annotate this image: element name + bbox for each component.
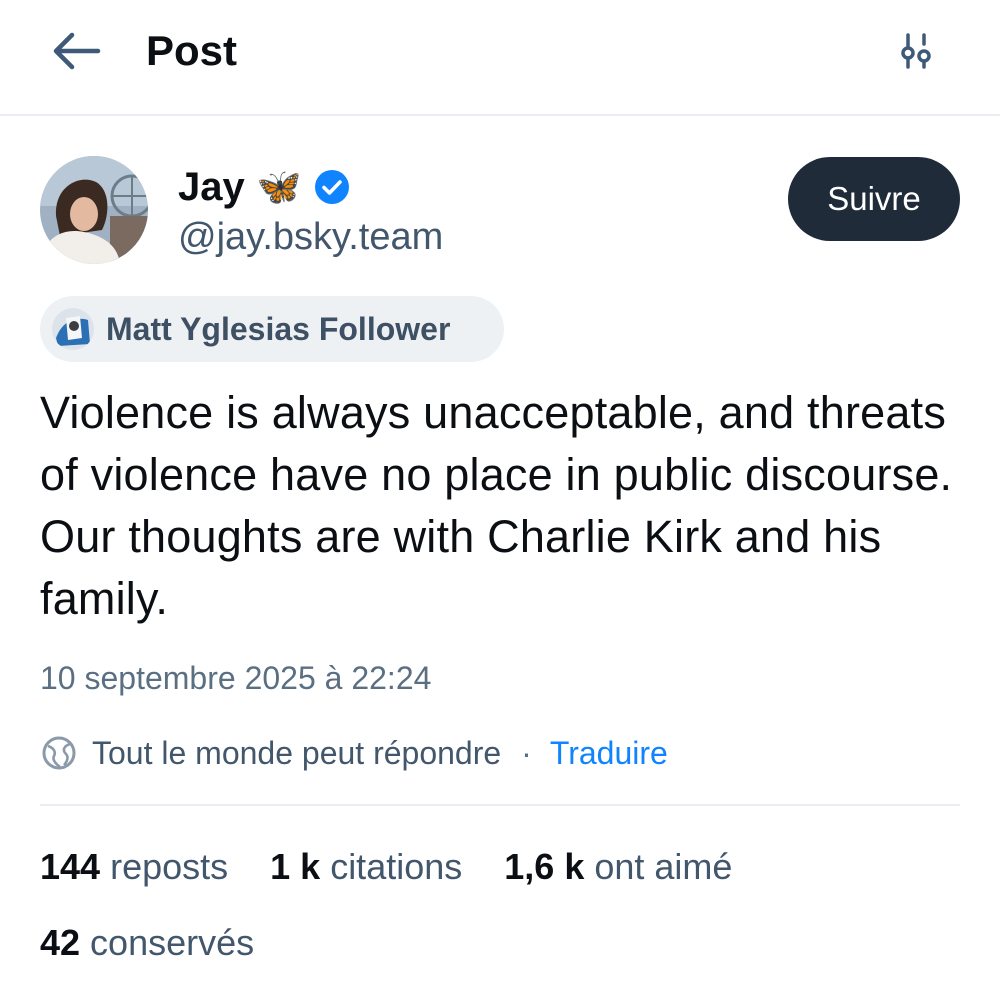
divider [40,804,960,806]
saves-stat[interactable]: 42 conservés [40,922,254,964]
verified-badge-icon[interactable] [314,169,350,205]
thread-settings-button[interactable] [886,24,946,78]
post-timestamp: 10 septembre 2025 à 22:24 [40,660,432,696]
author-name[interactable]: Jay [178,165,245,210]
engagement-stats: 144 reposts 1 k citations 1,6 k ont aimé [40,842,732,892]
likes-stat[interactable]: 1,6 k ont aimé [504,846,732,888]
saves-count: 42 [40,922,81,963]
reposts-label: reposts [110,846,229,887]
likes-label: ont aimé [594,846,733,887]
profile-label-pill[interactable]: Matt Yglesias Follower [40,296,504,362]
back-button[interactable] [46,26,106,76]
page-title: Post [146,27,238,74]
author-avatar[interactable] [40,156,148,264]
arrow-left-icon [53,32,101,70]
author-handle[interactable]: @jay.bsky.team [178,216,443,259]
quotes-count: 1 k [270,846,321,887]
sliders-icon [901,33,931,69]
reply-permission-text: Tout le monde peut répondre [92,734,502,771]
reposts-stat[interactable]: 144 reposts [40,846,228,888]
label-text: Matt Yglesias Follower [106,310,451,347]
labeler-avatar [52,308,94,350]
post-body-text: Violence is always unacceptable, and thr… [40,387,953,624]
globe-icon [42,736,76,770]
saves-label: conservés [90,922,255,963]
quotes-label: citations [330,846,463,887]
author-name-row: Jay 🦋 [178,160,350,214]
reposts-count: 144 [40,846,101,887]
reply-settings-row: Tout le monde peut répondre · Traduire [40,726,668,780]
quotes-stat[interactable]: 1 k citations [270,846,462,888]
likes-count: 1,6 k [504,846,585,887]
translate-link[interactable]: Traduire [550,735,668,772]
separator-dot: · [521,734,532,771]
engagement-stats-row2: 42 conservés [40,918,254,968]
butterfly-icon: 🦋 [256,166,302,207]
follow-button[interactable]: Suivre [788,157,960,241]
post-header: Post [0,0,1000,116]
